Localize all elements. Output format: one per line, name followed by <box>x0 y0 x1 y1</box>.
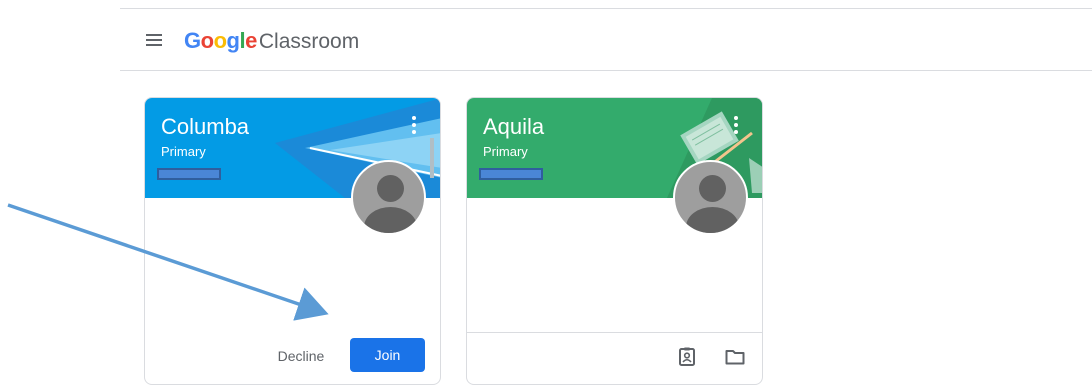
redacted-teacher-name <box>157 168 221 180</box>
class-title[interactable]: Aquila <box>483 114 544 140</box>
teacher-avatar <box>351 160 426 235</box>
teacher-avatar <box>673 160 748 235</box>
logo-letter: o <box>213 28 227 53</box>
assignment-icon[interactable] <box>676 346 698 368</box>
class-section: Primary <box>483 144 528 159</box>
logo-letter: g <box>226 28 240 53</box>
product-name: Classroom <box>258 30 360 53</box>
app-header: GoogleClassroom <box>120 9 1092 71</box>
class-card-columba: Columba Primary Decline Join <box>144 97 441 385</box>
more-options-icon[interactable] <box>733 116 739 134</box>
card-footer-divider <box>467 332 762 333</box>
decline-button[interactable]: Decline <box>266 339 336 373</box>
google-classroom-logo[interactable]: GoogleClassroom <box>184 29 359 54</box>
join-button[interactable]: Join <box>350 338 425 372</box>
more-options-icon[interactable] <box>411 116 417 134</box>
redacted-teacher-name <box>479 168 543 180</box>
logo-letter: o <box>200 28 214 53</box>
hamburger-menu-icon[interactable] <box>146 34 162 46</box>
class-section: Primary <box>161 144 206 159</box>
google-wordmark: Google <box>184 28 257 53</box>
logo-letter: G <box>184 28 201 53</box>
class-title[interactable]: Columba <box>161 114 249 140</box>
logo-letter: e <box>245 28 257 53</box>
folder-icon[interactable] <box>724 346 746 368</box>
class-card-aquila: Aquila Primary <box>466 97 763 385</box>
